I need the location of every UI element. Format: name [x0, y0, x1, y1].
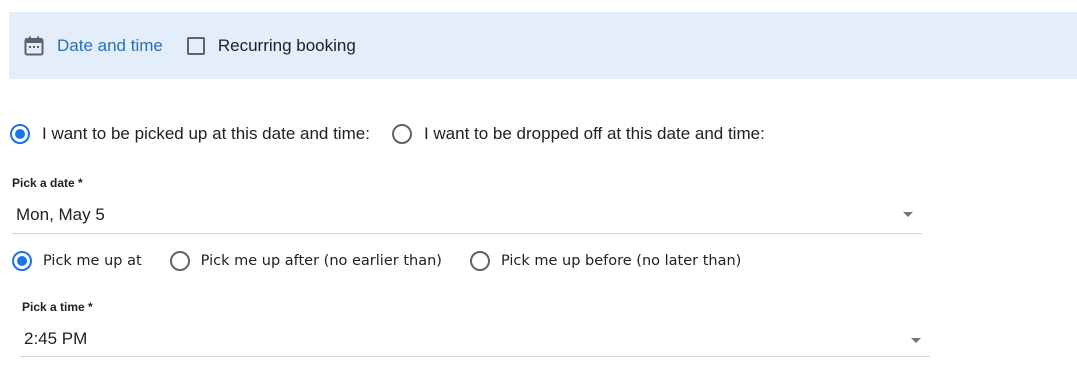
pick-me-up-at-label[interactable]: Pick me up at [43, 253, 142, 269]
section-title: Date and time [57, 35, 163, 55]
booking-mode-radio-group: I want to be picked up at this date and … [10, 124, 765, 144]
pick-me-up-at-radio[interactable] [12, 251, 32, 271]
date-select[interactable]: Mon, May 5 [12, 199, 922, 234]
pickup-type-radio-group: Pick me up at Pick me up after (no earli… [12, 251, 741, 271]
chevron-down-icon [903, 212, 913, 217]
dropped-off-radio[interactable] [391, 124, 412, 144]
recurring-booking-label[interactable]: Recurring booking [218, 36, 356, 56]
header-content: Date and time Recurring booking [23, 12, 356, 79]
time-select-value: 2:45 PM [24, 329, 88, 348]
date-time-section-header: Date and time Recurring booking [9, 12, 1077, 79]
calendar-icon [23, 35, 45, 57]
date-field-label: Pick a date * [12, 176, 83, 190]
pick-me-up-after-radio[interactable] [169, 251, 190, 271]
chevron-down-icon [911, 338, 921, 343]
time-select[interactable]: 2:45 PM [20, 322, 930, 357]
recurring-booking-checkbox[interactable] [186, 36, 205, 55]
pick-me-up-before-radio[interactable] [469, 251, 490, 271]
time-field-label: Pick a time * [22, 300, 93, 314]
picked-up-radio-label[interactable]: I want to be picked up at this date and … [42, 124, 370, 144]
pick-me-up-before-label[interactable]: Pick me up before (no later than) [501, 253, 741, 269]
pick-me-up-after-label[interactable]: Pick me up after (no earlier than) [201, 253, 442, 269]
date-select-value: Mon, May 5 [16, 205, 105, 224]
picked-up-radio[interactable] [10, 124, 30, 144]
dropped-off-radio-label[interactable]: I want to be dropped off at this date an… [424, 124, 765, 144]
